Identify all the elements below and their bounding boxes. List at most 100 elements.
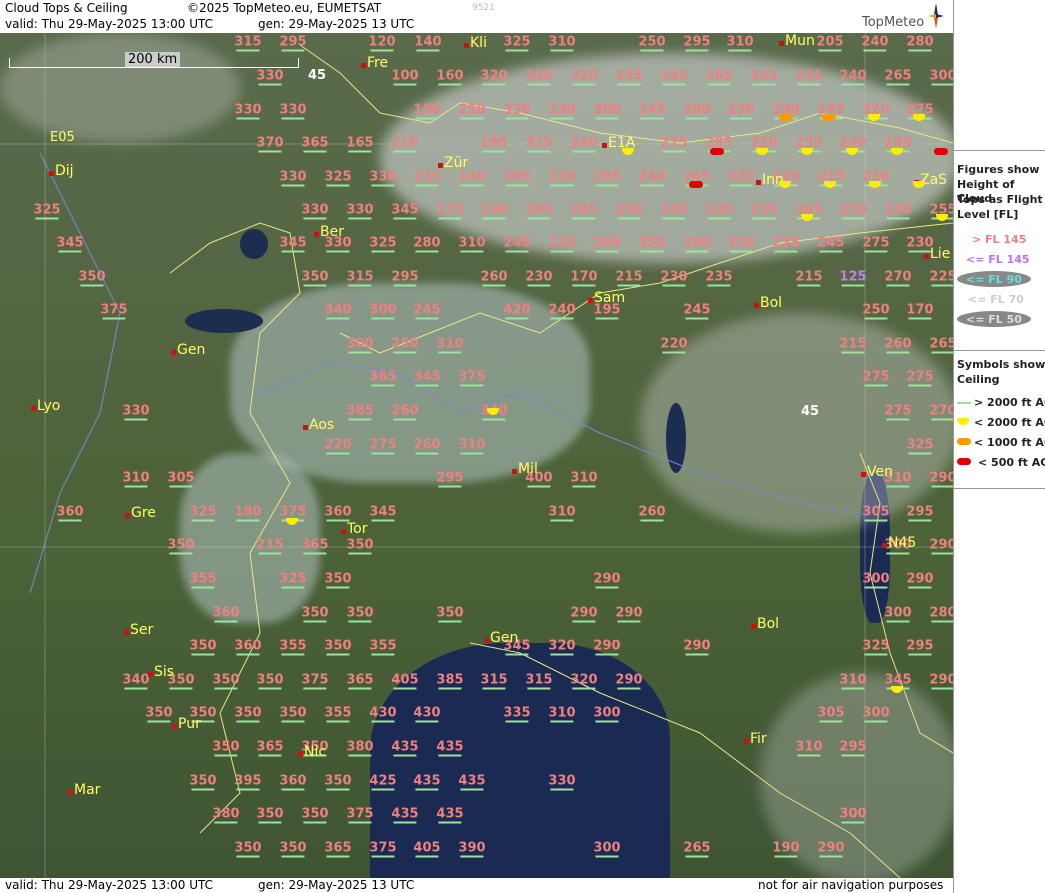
cloud-top-label: 295 [436,470,464,488]
cloud-top-label: 375 [301,672,329,690]
cloud-top-label: 345 [369,504,397,522]
footer: valid: Thu 29-May-2025 13:00 UTC gen: 29… [0,878,953,893]
cloud-top-label: 295 [279,34,307,52]
cloud-top-label: 215 [256,537,284,555]
compass-logo-icon [928,3,944,29]
city-label: Ser [130,622,154,638]
cloud-top-label: 195 [525,202,553,220]
city-label: Dij [55,163,74,179]
legend-fl-entry: <= FL 50 [966,313,1022,326]
cloud-top-label: 310 [727,235,755,253]
satellite-map[interactable]: 200 km 45 E05 45 315 295 120 140 325 310 250 29… [0,33,953,878]
legend-divider [954,350,1045,351]
cloud-top-label: 305 [817,705,845,723]
cloud-top-label: 250 [391,336,419,354]
cloud-top-label: 310 [548,705,576,723]
cloud-top-label: 300 [593,102,621,120]
cloud-top-label: 220 [324,437,352,455]
cloud-top-label: 150 [413,102,441,120]
cloud-top-label: 315 [525,672,553,690]
cloud-top-label: 350 [234,705,262,723]
cloud-top-label: 170 [906,302,934,320]
cloud-top-label: 430 [369,705,397,723]
cloud-top-label: 240 [861,34,889,52]
cloud-top-label: 310 [122,470,150,488]
cloud-top-label: 215 [839,336,867,354]
city-marker-icon [882,543,887,548]
cloud-top-label: 385 [436,672,464,690]
cloud-top-label: 290 [929,472,953,488]
cloud-top-label: 325 [189,504,217,522]
scale-label: 200 km [125,52,181,67]
cloud-top-label: 300 [839,806,867,824]
cloud-top-label: 365 [369,369,397,387]
cloud-top-label: 140 [458,169,486,187]
cloud-top-label: 280 [929,607,953,623]
city-marker-icon [314,232,319,237]
cloud-top-label: 325 [862,638,890,656]
cloud-top-label: 220 [727,169,755,187]
cloud-top-label: 165 [346,135,374,153]
cloud-top-label: 220 [548,169,576,187]
grid-label: 45 [801,404,820,419]
cloud-top-label: 330 [279,169,307,187]
cloud-top-label: 275 [884,403,912,421]
cloud-top-label: 385 [346,403,374,421]
cloud-top-label: 260 [480,269,508,287]
cloud-top-label: 215 [795,269,823,287]
city-label: Lyo [37,398,61,414]
ceiling-yellow-icon [957,418,969,425]
cloud-top-label: 325 [906,437,934,455]
cloud-top-label: 390 [458,840,486,858]
city-marker-icon [602,143,607,148]
cloud-top-label: 350 [324,638,352,656]
legend-symbols-title: Ceiling [957,373,1000,386]
cloud-top-label: 330 [548,773,576,791]
city-marker-icon [148,672,153,677]
city-marker-icon [484,638,489,643]
cloud-top-label: 235 [772,235,800,253]
city-label: Kli [470,35,487,51]
cloud-top-label: 180 [234,504,262,522]
cloud-top-label: 395 [234,773,262,791]
city-marker-icon [744,739,749,744]
ceiling-green-line-icon [957,402,971,404]
map-title: Cloud Tops & Ceiling [5,1,128,15]
cloud-top-label: 355 [279,638,307,656]
city-label: Ber [320,224,344,240]
cloud-top-label: 350 [324,773,352,791]
cloud-top-label: 310 [458,235,486,253]
cloud-top-label: 325 [369,235,397,253]
legend-divider [954,488,1045,489]
logo: TopMeteo [862,15,925,30]
cloud-top-label: 250 [638,34,666,52]
cloud-top-label: 405 [413,840,441,858]
cloud-top-label: 330 [369,169,397,187]
cloud-top-label: 240 [570,135,598,153]
cloud-top-label: 350 [638,235,666,253]
footer-gen-time: gen: 29-May-2025 13 UTC [258,878,415,892]
cloud-top-label: 365 [301,537,329,555]
cloud-top-label: 300 [884,605,912,623]
cloud-top-label: 330 [122,403,150,421]
cloud-top-label: 420 [503,302,531,320]
ceiling-symbol [779,114,793,121]
cloud-top-label: 335 [503,705,531,723]
cloud-top-label: 330 [525,68,553,86]
cloud-top-label: 310 [458,437,486,455]
cloud-top-label: 160 [436,68,464,86]
cloud-top-label: 435 [391,806,419,824]
cloud-top-label: 170 [570,269,598,287]
legend-title-line: Figures show [957,163,1040,176]
cloud-top-label: 245 [638,102,666,120]
cloud-top-label: 355 [189,571,217,589]
cloud-top-label: 295 [906,504,934,522]
city-marker-icon [754,303,759,308]
city-marker-icon [124,630,129,635]
cloud-top-label: 360 [56,504,84,522]
city-label: Tor [347,521,368,537]
cloud-top-label: 375 [458,369,486,387]
cloud-top-label: 375 [369,840,397,858]
cloud-top-label: 315 [480,672,508,690]
cloud-top-label: 300 [862,571,890,589]
